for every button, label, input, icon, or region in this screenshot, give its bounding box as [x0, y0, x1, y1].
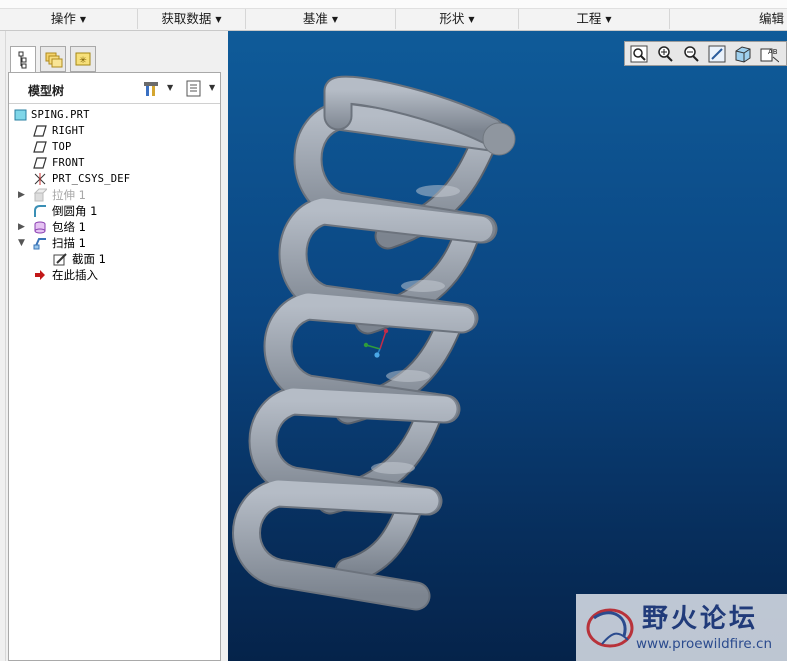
tree-item-label: PRT_CSYS_DEF — [52, 173, 131, 185]
tree-item-label: 包络 1 — [52, 220, 86, 234]
datum-plane-icon — [33, 157, 47, 169]
dropdown-arrow-icon: ▼ — [331, 15, 339, 24]
part-icon — [14, 109, 27, 121]
model-tree-icon — [18, 51, 27, 69]
collapse-arrow-icon[interactable]: ▼ — [18, 235, 25, 251]
navigator-panel: ✳ 模型树 ▼ ▼ SPING.PRT RIGHT TOP FRONT PRT_… — [0, 31, 228, 661]
ribbon-group-label: 工程 — [576, 11, 602, 26]
ribbon-group-label: 编辑 — [758, 11, 784, 26]
graphics-window[interactable]: AB 野火论坛 www.proewildfire.cn — [228, 31, 787, 661]
display-style-icon[interactable] — [733, 44, 753, 64]
extrude-icon — [33, 188, 47, 202]
ribbon-group-shapes[interactable]: 形状 ▼ — [396, 9, 519, 29]
show-options-icon[interactable] — [185, 80, 203, 97]
ribbon-group-datum[interactable]: 基准 ▼ — [246, 9, 396, 29]
tree-item-label: 拉伸 1 — [52, 188, 86, 202]
watermark: 野火论坛 www.proewildfire.cn — [576, 594, 787, 661]
ribbon-group-edit[interactable]: 编辑 — [670, 9, 787, 29]
ribbon-group-label: 基准 — [302, 11, 328, 26]
tree-item-label: 在此插入 — [52, 268, 98, 282]
ribbon: 操作 ▼ 获取数据 ▼ 基准 ▼ 形状 ▼ 工程 ▼ 编辑 — [0, 0, 787, 31]
watermark-title: 野火论坛 — [642, 604, 759, 634]
panel-divider — [5, 31, 6, 661]
tree-item-label: 截面 1 — [72, 252, 106, 266]
ribbon-group-label: 形状 — [439, 11, 465, 26]
tree-item-label: TOP — [52, 141, 72, 153]
sweep-icon — [33, 238, 46, 250]
view-toolbar: AB — [624, 41, 787, 66]
insert-arrow-icon — [35, 270, 45, 280]
watermark-url: www.proewildfire.cn — [636, 636, 773, 652]
coordinate-system-icon — [34, 173, 46, 185]
datum-plane-icon — [33, 141, 47, 153]
dropdown-arrow-icon: ▼ — [605, 15, 612, 24]
annotation-display-icon[interactable]: AB — [759, 44, 779, 64]
datum-plane-icon — [33, 125, 47, 137]
tree-item-label: 扫描 1 — [52, 236, 86, 250]
folder-icon — [45, 52, 63, 68]
svg-text:✳: ✳ — [79, 56, 87, 66]
model-tree-header: 模型树 ▼ ▼ — [9, 73, 220, 104]
favorites-icon: ✳ — [75, 52, 91, 66]
svg-text:AB: AB — [768, 48, 778, 56]
ribbon-group-get-data[interactable]: 获取数据 ▼ — [138, 9, 246, 29]
refit-icon[interactable] — [629, 44, 649, 64]
dropdown-arrow-icon: ▼ — [468, 15, 475, 24]
ribbon-group-label: 获取数据 — [161, 11, 212, 26]
ribbon-strip — [0, 0, 787, 9]
tab-favorites[interactable]: ✳ — [70, 46, 96, 72]
dropdown-arrow-icon: ▼ — [215, 15, 222, 24]
tree-root-label: SPING.PRT — [31, 109, 90, 121]
tab-model-tree[interactable] — [10, 46, 36, 73]
tree-item-label: FRONT — [52, 157, 85, 169]
settings-dropdown-icon[interactable]: ▼ — [167, 83, 173, 92]
zoom-in-icon[interactable] — [655, 44, 675, 64]
show-dropdown-icon[interactable]: ▼ — [209, 83, 215, 92]
tab-folder-browser[interactable] — [40, 46, 66, 72]
repaint-icon[interactable] — [707, 44, 727, 64]
dropdown-arrow-icon: ▼ — [79, 15, 87, 24]
ribbon-group-engineering[interactable]: 工程 ▼ — [519, 9, 670, 29]
tree-item-label: RIGHT — [52, 125, 85, 137]
settings-tools-icon[interactable] — [142, 80, 160, 97]
watermark-logo-icon — [586, 608, 634, 648]
expand-arrow-icon[interactable]: ▶ — [18, 219, 25, 235]
ribbon-group-operations[interactable]: 操作 ▼ — [0, 9, 138, 29]
round-icon — [34, 205, 46, 217]
spring-model — [232, 75, 516, 611]
tree-item-label: 倒圆角 1 — [52, 204, 98, 218]
sketch-icon — [53, 253, 67, 266]
model-tree-title: 模型树 — [28, 84, 65, 98]
wrap-icon — [34, 221, 46, 234]
expand-arrow-icon[interactable]: ▶ — [18, 187, 25, 203]
ribbon-group-label: 操作 — [50, 11, 76, 26]
model-tree: 模型树 ▼ ▼ SPING.PRT RIGHT TOP FRONT PRT_CS… — [8, 72, 221, 661]
zoom-out-icon[interactable] — [681, 44, 701, 64]
